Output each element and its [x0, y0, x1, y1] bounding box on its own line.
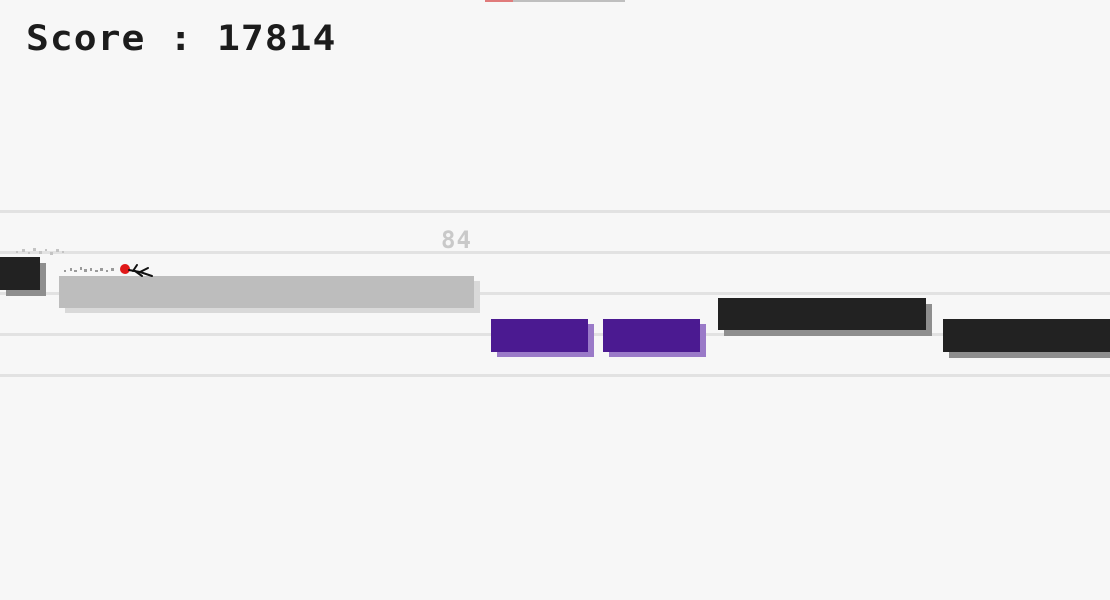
progress-bar — [485, 0, 625, 2]
obstacle-block-dark — [0, 257, 40, 290]
obstacle-block-dark — [718, 298, 926, 330]
lane-line — [0, 251, 1110, 254]
lane-number-label: 84 — [441, 226, 472, 254]
game-canvas[interactable]: Score : 17814 84 — [0, 0, 1110, 600]
obstacle-block-purple — [603, 319, 700, 352]
lane-line — [0, 374, 1110, 377]
stick-figure-runner-icon — [120, 264, 153, 277]
particle-trail-icon — [16, 248, 64, 255]
score-display: Score : 17814 — [26, 18, 337, 59]
progress-bar-fill — [485, 0, 513, 2]
platform-block-gray — [59, 276, 474, 308]
obstacle-block-purple — [491, 319, 588, 352]
obstacle-block-dark — [943, 319, 1110, 352]
lane-line — [0, 210, 1110, 213]
particle-trail-icon — [64, 267, 114, 272]
